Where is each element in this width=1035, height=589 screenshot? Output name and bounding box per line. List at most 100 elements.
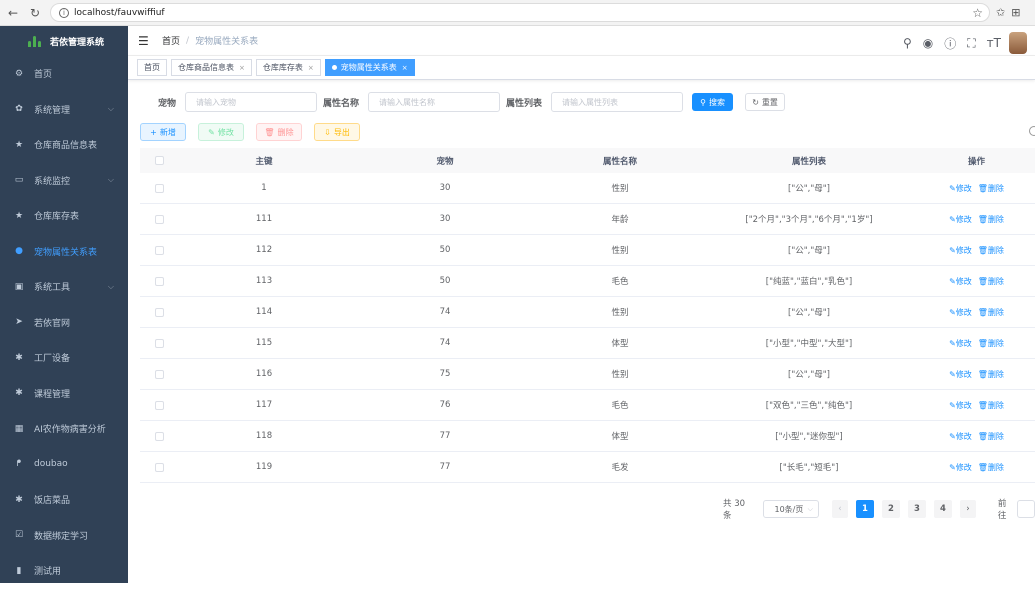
goto-input[interactable] xyxy=(1017,500,1035,518)
page-button[interactable]: 4 xyxy=(933,500,952,518)
avatar[interactable] xyxy=(1009,32,1027,54)
page-button[interactable]: 2 xyxy=(881,500,900,518)
row-edit-link[interactable]: ✎修改 xyxy=(949,400,972,411)
delete-button[interactable]: 🗑 删除 xyxy=(256,123,302,141)
page-size-select[interactable]: 10条/页 ⌵ xyxy=(762,500,819,518)
row-edit-link[interactable]: ✎修改 xyxy=(949,245,972,256)
page-button[interactable]: 3 xyxy=(907,500,926,518)
favorites-icon[interactable]: ✩ xyxy=(996,6,1005,19)
row-edit-link[interactable]: ✎修改 xyxy=(949,307,972,318)
sidebar-item[interactable]: ✱ 饭店菜品 xyxy=(0,482,128,518)
question-icon[interactable]: ⓘ xyxy=(944,35,956,52)
page-button[interactable]: 1 xyxy=(855,500,874,518)
fullscreen-icon[interactable]: ⛶ xyxy=(967,36,975,51)
search-button[interactable]: ⚲ 搜索 xyxy=(692,93,734,111)
sidebar-item[interactable]: ✱ 课程管理 xyxy=(0,376,128,412)
hamburger-icon[interactable]: ☰ xyxy=(138,34,150,48)
row-edit-link[interactable]: ✎修改 xyxy=(949,431,972,442)
chart-icon: ▮ xyxy=(16,565,22,576)
row-checkbox[interactable] xyxy=(154,214,164,224)
row-checkbox[interactable] xyxy=(154,245,164,255)
select-all-checkbox[interactable] xyxy=(154,156,164,165)
row-edit-link[interactable]: ✎修改 xyxy=(949,214,972,225)
next-page-button[interactable]: › xyxy=(959,500,976,518)
row-checkbox[interactable] xyxy=(154,400,164,410)
row-select-cell xyxy=(140,369,178,379)
tag-item[interactable]: 仓库库存表 × xyxy=(255,59,321,76)
sidebar-item[interactable]: ✱ 工厂设备 xyxy=(0,340,128,376)
sidebar-logo[interactable]: 若依管理系统 xyxy=(0,26,128,56)
font-size-icon[interactable]: ᴛT xyxy=(987,36,1001,50)
close-icon[interactable]: × xyxy=(239,64,245,72)
row-delete-link[interactable]: 🗑删除 xyxy=(978,245,1004,256)
row-delete-link[interactable]: 🗑删除 xyxy=(978,400,1004,411)
sidebar-item[interactable]: ● 宠物属性关系表 xyxy=(0,234,128,270)
address-bar[interactable]: i localhost/fauvwiffiuf ☆ xyxy=(50,3,990,22)
row-edit-link[interactable]: ✎修改 xyxy=(949,369,972,380)
row-checkbox[interactable] xyxy=(154,276,164,286)
sidebar-item[interactable]: ▭ 系统监控 ⌵ xyxy=(0,163,128,199)
export-button[interactable]: ⇩ 导出 xyxy=(314,123,360,141)
reset-button[interactable]: ↻ 重置 xyxy=(745,93,786,111)
row-checkbox[interactable] xyxy=(154,431,164,441)
reload-icon[interactable]: ↻ xyxy=(26,6,44,20)
sidebar-title: 若依管理系统 xyxy=(50,37,105,48)
row-checkbox[interactable] xyxy=(154,183,164,193)
cell-attr: 性别 xyxy=(611,246,629,256)
row-checkbox[interactable] xyxy=(154,462,164,472)
row-delete-link[interactable]: 🗑删除 xyxy=(978,431,1004,442)
tag-item[interactable]: 宠物属性关系表 × xyxy=(324,59,415,76)
row-edit-link[interactable]: ✎修改 xyxy=(949,338,972,349)
cell-id: 119 xyxy=(255,462,273,472)
sidebar-item[interactable]: ⚙ 首页 xyxy=(0,56,128,92)
row-delete-link[interactable]: 🗑删除 xyxy=(978,462,1004,473)
close-icon[interactable]: × xyxy=(308,64,314,72)
goto-label: 前往 xyxy=(997,499,1007,521)
row-delete-link[interactable]: 🗑删除 xyxy=(978,183,1004,194)
column-settings-icon[interactable] xyxy=(1029,126,1035,136)
bookmark-star-icon[interactable]: ☆ xyxy=(972,6,983,20)
sidebar-item[interactable]: ✿ 系统管理 ⌵ xyxy=(0,92,128,128)
close-icon[interactable]: × xyxy=(402,64,408,72)
add-button[interactable]: + 新增 xyxy=(140,123,186,141)
attr-input[interactable]: 请输入属性名称 xyxy=(368,92,501,112)
sidebar-item[interactable]: ᖰ doubao xyxy=(0,447,128,483)
back-icon[interactable]: ← xyxy=(4,6,22,20)
header-id[interactable]: 主键 xyxy=(178,155,350,167)
row-delete-link[interactable]: 🗑删除 xyxy=(978,369,1004,380)
sidebar-item[interactable]: ☑ 数据绑定学习 xyxy=(0,518,128,554)
search-icon[interactable]: ⚲ xyxy=(903,36,912,50)
sidebar-item[interactable]: ▮ 测试用 xyxy=(0,553,128,589)
breadcrumb-home[interactable]: 首页 xyxy=(162,34,180,47)
header-list[interactable]: 属性列表 xyxy=(700,155,918,167)
cell-list: ["公","母"] xyxy=(788,370,830,380)
row-checkbox[interactable] xyxy=(154,338,164,348)
tag-item[interactable]: 仓库商品信息表 × xyxy=(171,59,252,76)
row-checkbox[interactable] xyxy=(154,369,164,379)
pet-input[interactable]: 请输入宠物 xyxy=(185,92,318,112)
github-icon[interactable]: ◉ xyxy=(923,36,933,50)
sidebar-item[interactable]: ★ 仓库商品信息表 xyxy=(0,127,128,163)
row-edit-link[interactable]: ✎修改 xyxy=(949,183,972,194)
prev-page-button[interactable]: ‹ xyxy=(831,500,848,518)
row-delete-link[interactable]: 🗑删除 xyxy=(978,214,1004,225)
send-icon: ➤ xyxy=(15,317,23,328)
extensions-icon[interactable]: ⊞ xyxy=(1011,6,1020,19)
row-checkbox[interactable] xyxy=(154,307,164,317)
sidebar-item[interactable]: ➤ 若依官网 xyxy=(0,305,128,341)
edit-button[interactable]: ✎ 修改 xyxy=(198,123,244,141)
list-input[interactable]: 请输入属性列表 xyxy=(551,92,684,112)
row-edit-link[interactable]: ✎修改 xyxy=(949,276,972,287)
star-icon: ★ xyxy=(14,139,24,150)
row-edit-link[interactable]: ✎修改 xyxy=(949,462,972,473)
tag-item[interactable]: 首页 xyxy=(137,59,167,76)
row-delete-link[interactable]: 🗑删除 xyxy=(978,338,1004,349)
sidebar-item[interactable]: ▣ 系统工具 ⌵ xyxy=(0,269,128,305)
row-delete-link[interactable]: 🗑删除 xyxy=(978,276,1004,287)
info-icon[interactable]: i xyxy=(59,7,69,18)
header-pet[interactable]: 宠物 xyxy=(350,155,540,167)
header-attr[interactable]: 属性名称 xyxy=(540,155,700,167)
sidebar-item[interactable]: ▦ AI农作物病害分析 xyxy=(0,411,128,447)
row-delete-link[interactable]: 🗑删除 xyxy=(978,307,1004,318)
sidebar-item[interactable]: ★ 仓库库存表 xyxy=(0,198,128,234)
